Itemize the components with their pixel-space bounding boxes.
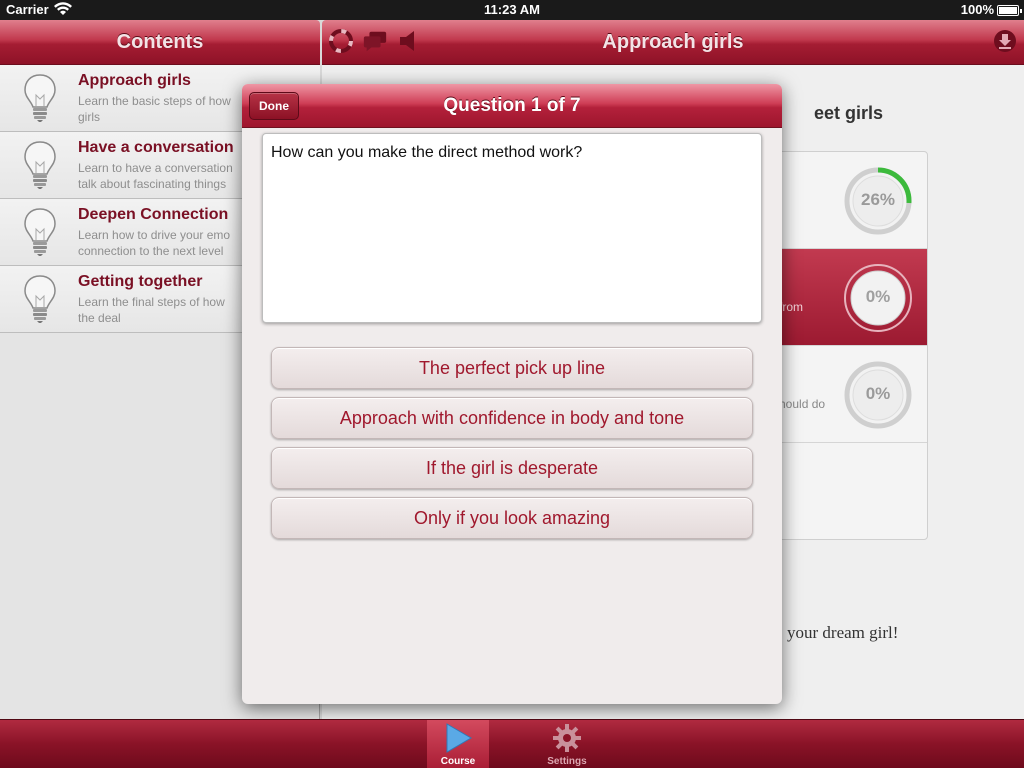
lightbulb-icon bbox=[24, 141, 56, 189]
gear-icon bbox=[553, 724, 581, 752]
tab-bar: Course Settings bbox=[0, 719, 1024, 768]
tab-course[interactable]: Course bbox=[427, 720, 489, 768]
lesson-row-selected[interactable]: from 0% bbox=[773, 249, 927, 346]
contents-item-title: Deepen Connection bbox=[78, 206, 229, 223]
lesson-navbar: Approach girls bbox=[322, 20, 1024, 65]
play-icon bbox=[446, 723, 472, 753]
download-icon[interactable] bbox=[992, 28, 1018, 54]
contents-item-desc: Learn the final steps of how the deal bbox=[78, 295, 225, 325]
contents-title: Contents bbox=[116, 31, 204, 53]
progress-label: 0% bbox=[865, 287, 891, 306]
lightbulb-icon bbox=[24, 208, 56, 256]
answer-button-1[interactable]: The perfect pick up line bbox=[271, 347, 753, 389]
tab-settings[interactable]: Settings bbox=[536, 720, 598, 768]
progress-label: 0% bbox=[865, 384, 891, 403]
quiz-header: Done Question 1 of 7 bbox=[242, 84, 782, 128]
answer-button-3[interactable]: If the girl is desperate bbox=[271, 447, 753, 489]
contents-item-desc: Learn to have a conversation talk about f… bbox=[78, 161, 233, 191]
contents-item-desc: Learn how to drive your emo connection to… bbox=[78, 228, 231, 258]
contents-item-title: Approach girls bbox=[78, 72, 191, 89]
lesson-list: 26% from 0% hould do 0% bbox=[772, 151, 928, 540]
lesson-title: Approach girls bbox=[602, 31, 744, 53]
lightbulb-icon bbox=[24, 74, 56, 122]
contents-item-desc: Learn the basic steps of how girls bbox=[78, 94, 231, 124]
tab-label: Settings bbox=[547, 756, 587, 767]
progress-label: 26% bbox=[860, 190, 896, 209]
quiz-title: Question 1 of 7 bbox=[443, 95, 581, 116]
progress-ring: 0% bbox=[843, 263, 913, 333]
section-heading: eet girls bbox=[814, 103, 884, 123]
answer-button-4[interactable]: Only if you look amazing bbox=[271, 497, 753, 539]
contents-item-title: Have a conversation bbox=[78, 139, 234, 156]
clock: 11:23 AM bbox=[484, 2, 540, 17]
lesson-row[interactable]: hould do 0% bbox=[773, 346, 927, 443]
battery-percent: 100% bbox=[960, 2, 994, 17]
lightbulb-icon bbox=[24, 275, 56, 323]
status-bar: Carrier 11:23 AM 100% bbox=[0, 0, 1024, 20]
answer-button-2[interactable]: Approach with confidence in body and ton… bbox=[271, 397, 753, 439]
progress-ring: 26% bbox=[843, 166, 913, 236]
lesson-row[interactable]: 26% bbox=[773, 152, 927, 249]
lesson-footer-text: your dream girl! bbox=[787, 623, 899, 642]
question-text: How can you make the direct method work? bbox=[262, 133, 762, 323]
lesson-row-text: hould do bbox=[779, 397, 826, 411]
contents-item-title: Getting together bbox=[78, 273, 203, 290]
contents-navbar: Contents bbox=[0, 20, 320, 65]
quiz-modal: Done Question 1 of 7 How can you make th… bbox=[242, 84, 782, 704]
tab-label: Course bbox=[440, 756, 476, 767]
battery-icon bbox=[997, 5, 1022, 16]
progress-ring: 0% bbox=[843, 360, 913, 430]
lesson-row-text: from bbox=[779, 300, 803, 314]
